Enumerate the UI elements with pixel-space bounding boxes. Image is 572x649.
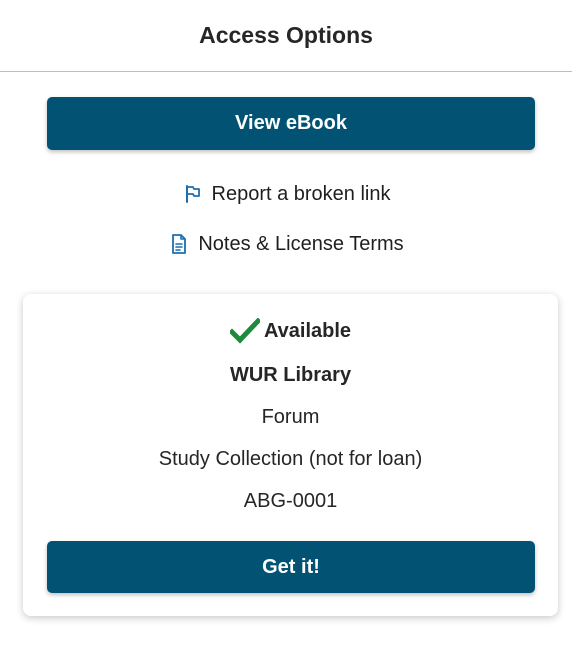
check-icon: [229, 318, 260, 344]
notes-link-label: Notes & License Terms: [198, 232, 404, 255]
location: Forum: [261, 406, 320, 428]
collection: Study Collection (not for loan): [158, 448, 423, 470]
access-options-panel: Access Options View eBook Report a broke…: [0, 0, 572, 649]
view-ebook-button[interactable]: View eBook: [47, 97, 535, 150]
library-name: WUR Library: [229, 364, 352, 386]
report-broken-link[interactable]: Report a broken link: [0, 180, 572, 208]
report-link-label: Report a broken link: [211, 182, 391, 205]
availability-status: Available: [23, 318, 558, 344]
notes-license-terms-link[interactable]: Notes & License Terms: [0, 230, 572, 258]
header: Access Options: [0, 0, 572, 72]
flag-icon: [182, 183, 204, 205]
document-icon: [168, 233, 190, 255]
status-label: Available: [263, 319, 352, 342]
page-title: Access Options: [199, 22, 373, 48]
call-number: ABG-0001: [243, 490, 338, 512]
holding-card: Available WUR Library Forum Study Collec…: [23, 294, 558, 616]
get-it-button[interactable]: Get it!: [47, 541, 535, 593]
